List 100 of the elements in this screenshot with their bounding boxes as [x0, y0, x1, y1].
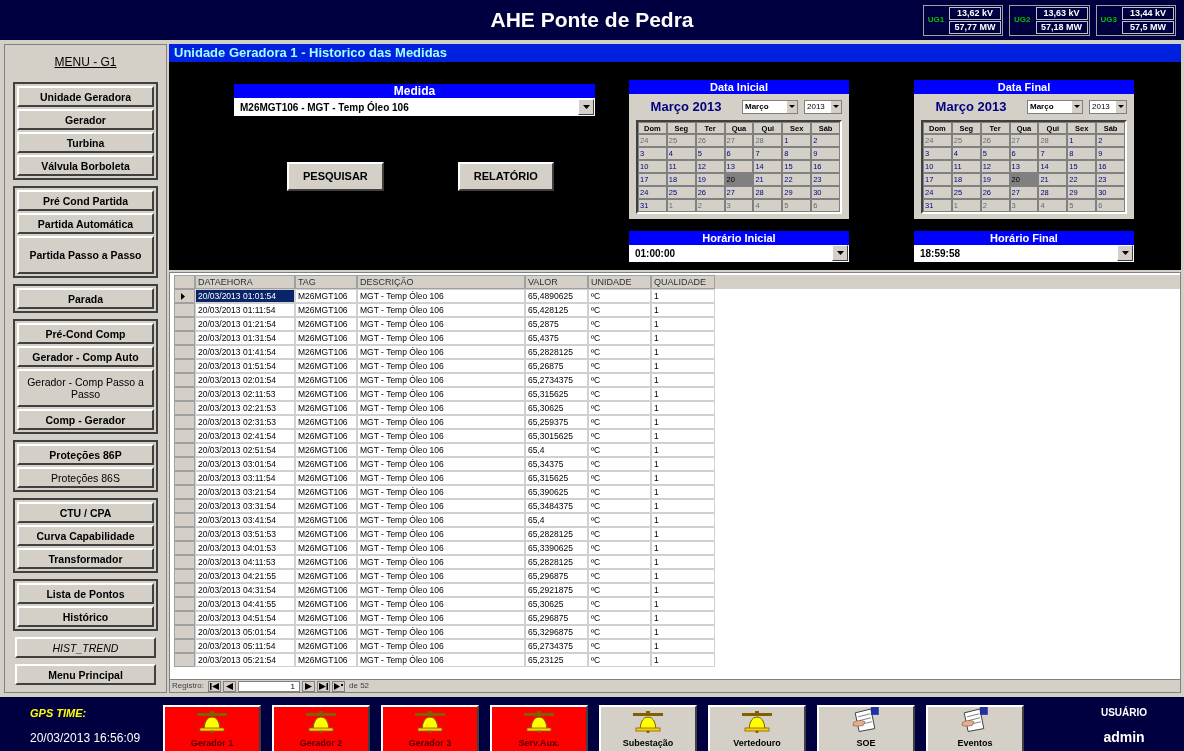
table-cell: 1	[651, 317, 715, 331]
table-cell: ºC	[588, 401, 651, 415]
previous-record-icon[interactable]	[223, 680, 236, 692]
menu-button[interactable]: Gerador - Comp Passo a Passo	[17, 369, 154, 407]
table-cell: 1	[651, 345, 715, 359]
table-cell: ºC	[588, 331, 651, 345]
column-header[interactable]: UNIDADE	[588, 275, 651, 289]
menu-button[interactable]: Proteções 86S	[17, 467, 154, 488]
table-cell: ºC	[588, 289, 651, 303]
table-cell: 1	[651, 499, 715, 513]
calendar-month-title: Março 2013	[649, 98, 723, 116]
table-cell: ºC	[588, 415, 651, 429]
menu-button[interactable]: Lista de Pontos	[17, 583, 154, 604]
menu-title: MENU - G1	[54, 55, 117, 69]
menu-button[interactable]: CTU / CPA	[17, 502, 154, 523]
menu-button[interactable]: Turbina	[17, 132, 154, 153]
column-header[interactable]: DATAEHORA	[195, 275, 295, 289]
month-select[interactable]: Março	[1027, 99, 1083, 114]
month-select[interactable]: Março	[742, 99, 798, 114]
table-cell: MGT - Temp Óleo 106	[357, 527, 525, 541]
table-cell: M26MGT106	[295, 653, 357, 667]
table-cell: ºC	[588, 639, 651, 653]
alarm-button[interactable]: Gerador 1	[163, 705, 261, 751]
table-cell: ºC	[588, 597, 651, 611]
menu-button[interactable]: Histórico	[17, 606, 154, 627]
table-cell: M26MGT106	[295, 289, 357, 303]
menu-button[interactable]: Partida Passo a Passo	[17, 236, 154, 274]
table-cell: 1	[651, 611, 715, 625]
table-cell: MGT - Temp Óleo 106	[357, 569, 525, 583]
column-header[interactable]: DESCRIÇÃO	[357, 275, 525, 289]
table-cell: 65,4375	[525, 331, 588, 345]
year-select[interactable]: 2013	[804, 99, 842, 114]
menu-button[interactable]: Gerador - Comp Auto	[17, 346, 154, 367]
menu-button[interactable]: Parada	[17, 288, 154, 309]
alarm-button[interactable]: Gerador 3	[381, 705, 479, 751]
menu-button[interactable]: Gerador	[17, 109, 154, 130]
last-record-icon[interactable]	[317, 680, 330, 692]
menu-button[interactable]: Proteções 86P	[17, 444, 154, 465]
table-cell: ºC	[588, 499, 651, 513]
table-cell: M26MGT106	[295, 583, 357, 597]
menu-button[interactable]: HIST_TREND	[15, 637, 156, 658]
next-record-icon[interactable]	[302, 680, 315, 692]
table-cell: 20/03/2013 05:21:54	[195, 653, 295, 667]
table-cell: 20/03/2013 04:11:53	[195, 555, 295, 569]
table-cell: 1	[651, 373, 715, 387]
menu-button[interactable]: Válvula Borboleta	[17, 155, 154, 176]
table-cell: 65,428125	[525, 303, 588, 317]
menu-button[interactable]: Comp - Gerador	[17, 409, 154, 430]
first-record-icon[interactable]	[208, 680, 221, 692]
table-cell: M26MGT106	[295, 303, 357, 317]
alarm-button[interactable]: Gerador 2	[272, 705, 370, 751]
menu-button[interactable]: Partida Automática	[17, 213, 154, 234]
table-cell: ºC	[588, 569, 651, 583]
user-name: admin	[1103, 728, 1145, 747]
alarm-button[interactable]: Subestação	[599, 705, 697, 751]
menu-button[interactable]: Transformador	[17, 548, 154, 569]
menu-button[interactable]: Pré Cond Partida	[17, 190, 154, 211]
table-cell: 1	[651, 359, 715, 373]
table-cell: ºC	[588, 359, 651, 373]
column-header[interactable]: TAG	[295, 275, 357, 289]
column-header[interactable]: QUALIDADE	[651, 275, 715, 289]
action-button[interactable]: PESQUISAR	[287, 162, 384, 191]
action-button[interactable]: RELATÓRIO	[457, 162, 554, 191]
table-cell: M26MGT106	[295, 331, 357, 345]
table-cell: M26MGT106	[295, 359, 357, 373]
menu-button[interactable]: Menu Principal	[15, 664, 156, 685]
new-record-icon[interactable]	[332, 680, 345, 692]
table-cell: 65,2734375	[525, 639, 588, 653]
menu-button[interactable]: Unidade Geradora	[17, 86, 154, 107]
table-cell: MGT - Temp Óleo 106	[357, 555, 525, 569]
table-cell: 65,315625	[525, 471, 588, 485]
table-cell: 20/03/2013 01:51:54	[195, 359, 295, 373]
table-cell: ºC	[588, 653, 651, 667]
table-cell: MGT - Temp Óleo 106	[357, 471, 525, 485]
table-cell: M26MGT106	[295, 373, 357, 387]
table-cell: MGT - Temp Óleo 106	[357, 653, 525, 667]
menu-button[interactable]: Pré-Cond Comp	[17, 323, 154, 344]
table-cell: 65,2875	[525, 317, 588, 331]
menu-button[interactable]: Curva Capabilidade	[17, 525, 154, 546]
alarm-button[interactable]: Serv.Aux.	[490, 705, 588, 751]
column-header[interactable]: VALOR	[525, 275, 588, 289]
table-cell: M26MGT106	[295, 401, 357, 415]
table-cell: 20/03/2013 05:01:54	[195, 625, 295, 639]
year-select[interactable]: 2013	[1089, 99, 1127, 114]
document-icon	[851, 707, 881, 733]
table-cell: 20/03/2013 02:01:54	[195, 373, 295, 387]
table-cell: 20/03/2013 04:21:55	[195, 569, 295, 583]
table-cell: 65,3484375	[525, 499, 588, 513]
alarm-button[interactable]: Eventos	[926, 705, 1024, 751]
row-header[interactable]	[174, 289, 195, 303]
table-cell: 20/03/2013 03:11:54	[195, 471, 295, 485]
table-cell: 20/03/2013 03:51:53	[195, 527, 295, 541]
table-cell: 1	[651, 653, 715, 667]
record-number-field[interactable]: 1	[238, 680, 300, 692]
measure-select[interactable]: M26MGT106 - MGT - Temp Óleo 106	[234, 98, 595, 116]
alarm-button[interactable]: Vertedouro	[708, 705, 806, 751]
alarm-button[interactable]: SOE	[817, 705, 915, 751]
bell-icon	[522, 710, 556, 733]
page-title: Unidade Geradora 1 - Historico das Medidas	[174, 44, 448, 63]
table-cell: 20/03/2013 04:01:53	[195, 541, 295, 555]
